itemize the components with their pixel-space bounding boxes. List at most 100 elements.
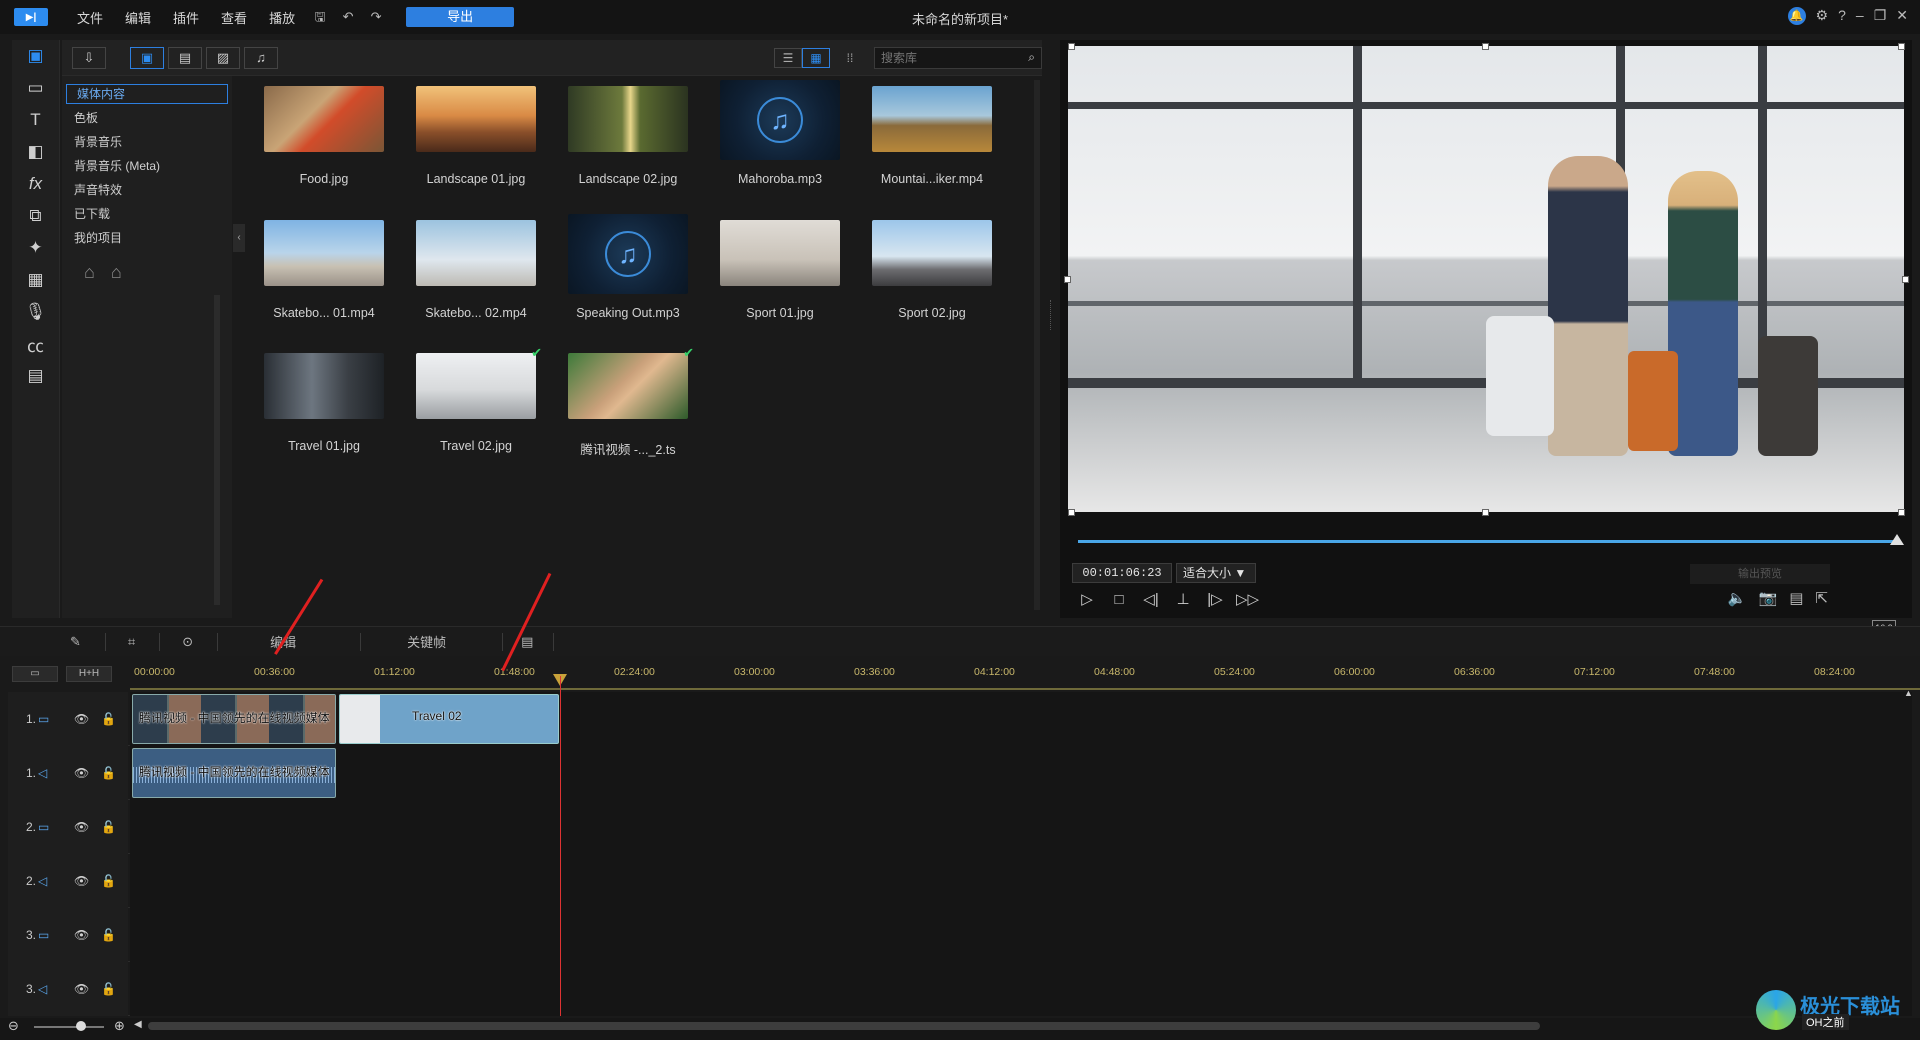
voice-record-icon[interactable]: 🎙 (12, 296, 59, 328)
lock-icon[interactable]: 🔓 (101, 928, 116, 942)
zoom-slider[interactable] (34, 1026, 104, 1028)
lock-icon[interactable]: 🔓 (101, 874, 116, 888)
track-lane[interactable] (130, 854, 1912, 908)
scroll-left-icon[interactable]: ◀ (134, 1019, 142, 1030)
search-input[interactable] (881, 50, 1011, 65)
transition-room-icon[interactable]: ◧ (12, 136, 59, 168)
timecode-display[interactable]: 00:01:06:23 (1072, 563, 1172, 583)
scroll-up-icon[interactable]: ▲ (1904, 688, 1913, 698)
category-media-content[interactable]: 媒体内容 (66, 84, 228, 104)
notes-icon[interactable]: ▤ (521, 634, 533, 650)
notification-icon[interactable]: 🔔 (1787, 7, 1806, 25)
menu-play[interactable]: 播放 (258, 8, 306, 27)
track-lane[interactable] (130, 908, 1912, 962)
menu-plugins[interactable]: 插件 (162, 8, 210, 27)
media-tile[interactable]: ♫ Mahoroba.mp3 (706, 76, 846, 200)
lock-icon[interactable]: 🔓 (101, 766, 116, 780)
title-room-icon[interactable]: T (12, 104, 59, 136)
pen-icon[interactable]: ✎ (70, 634, 81, 650)
subtitle-icon[interactable]: ▤ (1789, 589, 1803, 607)
media-tile[interactable]: Skatebo... 01.mp4 (250, 210, 390, 334)
media-tile[interactable]: Sport 02.jpg (858, 210, 998, 334)
filter-all-button[interactable]: ▣ (130, 46, 164, 69)
category-downloaded[interactable]: 已下载 (64, 202, 230, 226)
filter-video-button[interactable]: ▤ (168, 46, 202, 69)
zoom-in-icon[interactable]: ⊕ (114, 1018, 125, 1034)
help-icon[interactable]: ? (1838, 7, 1846, 25)
category-scrollbar[interactable] (214, 295, 220, 605)
remove-tag-icon[interactable]: ⌂ (111, 262, 122, 283)
track-lane[interactable] (130, 800, 1912, 854)
resize-handle[interactable] (1482, 509, 1489, 516)
category-my-projects[interactable]: 我的项目 (64, 226, 230, 250)
output-preview-button[interactable]: 输出预览 (1690, 564, 1830, 584)
media-tile[interactable]: ✔ Travel 02.jpg (402, 343, 542, 467)
resize-handle[interactable] (1902, 276, 1909, 283)
media-tile[interactable]: Landscape 01.jpg (402, 76, 542, 200)
media-tile[interactable]: Sport 01.jpg (706, 210, 846, 334)
effect-room-icon[interactable]: fx (12, 168, 59, 200)
template-room-icon[interactable]: ▭ (12, 72, 59, 104)
resize-handle[interactable] (1898, 509, 1905, 516)
fit-size-select[interactable]: 适合大小 ▼ (1176, 563, 1256, 583)
video-clip-selected[interactable]: Travel 02 (339, 694, 559, 744)
settings-icon[interactable]: ⚙ (1816, 7, 1829, 25)
crop-icon[interactable]: ⌗ (128, 634, 135, 650)
eye-icon[interactable]: 👁 (74, 820, 89, 834)
panel-splitter[interactable] (1050, 300, 1052, 330)
lock-icon[interactable]: 🔓 (101, 712, 116, 726)
lock-icon[interactable]: 🔓 (101, 820, 116, 834)
playhead-line[interactable] (560, 676, 561, 1016)
audio-mixing-icon[interactable]: ▤ (12, 360, 59, 392)
eye-icon[interactable]: 👁 (74, 982, 89, 996)
timeline-view-button[interactable]: ▭ (12, 666, 58, 682)
media-tile[interactable]: Food.jpg (250, 76, 390, 200)
resize-handle[interactable] (1064, 276, 1071, 283)
category-background-music[interactable]: 背景音乐 (64, 130, 230, 154)
import-media-button[interactable]: ⇩ (72, 46, 106, 69)
category-sound-clips[interactable]: 声音特效 (64, 178, 230, 202)
menu-view[interactable]: 查看 (210, 8, 258, 27)
media-room-icon[interactable]: ▣ (12, 40, 59, 72)
more-icon[interactable]: ⁞⁞ (836, 48, 864, 68)
zoom-knob[interactable] (76, 1021, 86, 1031)
close-icon[interactable]: ✕ (1896, 7, 1908, 25)
pip-room-icon[interactable]: ⧉ (12, 200, 59, 232)
category-color-board[interactable]: 色板 (64, 106, 230, 130)
resize-handle[interactable] (1068, 509, 1075, 516)
volume-icon[interactable]: 🔈 (1728, 589, 1747, 607)
zoom-out-icon[interactable]: ⊖ (8, 1018, 19, 1034)
lock-icon[interactable]: 🔓 (101, 982, 116, 996)
media-tile[interactable]: ♫ Speaking Out.mp3 (554, 210, 694, 334)
time-ruler[interactable]: 00:00:00 00:36:00 01:12:00 01:48:00 02:24:00… (130, 662, 1920, 690)
fast-forward-icon[interactable]: ▷▷ (1236, 589, 1259, 611)
eye-icon[interactable]: 👁 (74, 874, 89, 888)
eye-icon[interactable]: 👁 (74, 766, 89, 780)
preview-scrubber[interactable] (1078, 540, 1898, 543)
category-background-music-meta[interactable]: 背景音乐 (Meta) (64, 154, 230, 178)
media-tile[interactable]: Skatebo... 02.mp4 (402, 210, 542, 334)
play-icon[interactable]: ▷ (1076, 589, 1098, 611)
scrubber-thumb[interactable] (1890, 534, 1904, 545)
media-tile[interactable]: ✔ 腾讯视频 -..._2.ts (554, 343, 694, 467)
export-button[interactable]: 导出 (406, 7, 515, 27)
video-clip[interactable]: 腾讯视频 - 中国领先的在线视频媒体 (132, 694, 336, 744)
restore-icon[interactable]: ❐ (1874, 7, 1887, 25)
filter-image-button[interactable]: ▨ (206, 46, 240, 69)
previous-frame-icon[interactable]: ◁| (1140, 589, 1162, 611)
media-tile[interactable]: Landscape 02.jpg (554, 76, 694, 200)
eye-icon[interactable]: 👁 (74, 712, 89, 726)
add-tag-icon[interactable]: ⌂ (84, 262, 95, 283)
menu-file[interactable]: 文件 (66, 8, 114, 27)
particle-room-icon[interactable]: ✦ (12, 232, 59, 264)
fix-enhance-icon[interactable]: ⊙ (182, 634, 193, 650)
save-icon[interactable]: 🖫 (312, 9, 328, 25)
track-lane[interactable] (130, 962, 1912, 1016)
undo-icon[interactable]: ↶ (340, 9, 356, 25)
undock-icon[interactable]: ⇱ (1815, 589, 1828, 607)
media-tile[interactable]: Mountai...iker.mp4 (858, 76, 998, 200)
filter-audio-button[interactable]: ♫ (244, 46, 278, 69)
timeline-hscrollbar[interactable] (148, 1022, 1540, 1030)
snapshot-icon[interactable]: 📷 (1759, 589, 1778, 607)
resize-handle[interactable] (1482, 43, 1489, 50)
